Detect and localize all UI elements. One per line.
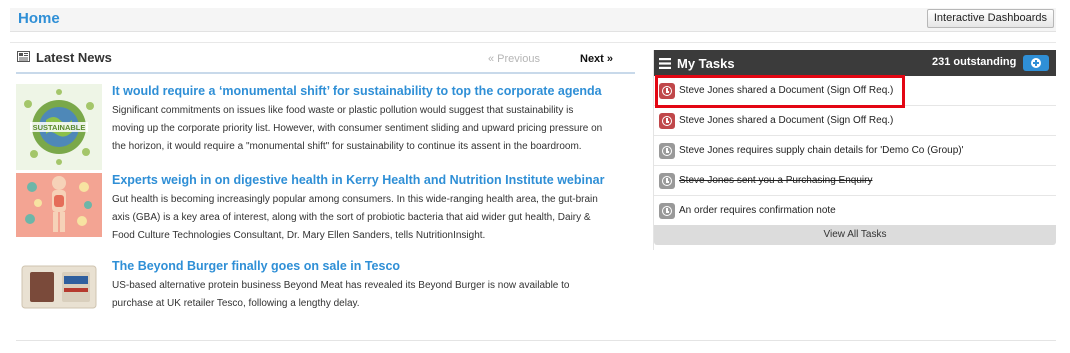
news-header: Latest News « Previous Next » [16,48,635,74]
task-item[interactable]: Steve Jones sent you a Purchasing Enquir… [654,166,1056,196]
home-link[interactable]: Home [18,10,60,27]
clock-icon [659,173,675,189]
add-task-button[interactable] [1023,55,1049,71]
sustainable-thumbnail[interactable]: SUSTAINABLE [16,84,102,170]
news-item-body: US-based alternative protein business Be… [112,280,570,309]
divider [10,42,1056,43]
news-item-title[interactable]: It would require a ‘monumental shift’ fo… [112,84,602,98]
previous-link[interactable]: « Previous [488,53,540,65]
plus-icon [1031,58,1041,68]
digestive-health-thumbnail[interactable] [16,173,102,237]
my-tasks-title: My Tasks [677,56,735,71]
latest-news-title: Latest News [36,50,112,65]
news-item-title[interactable]: The Beyond Burger finally goes on sale i… [112,259,400,273]
task-list-icon [659,58,671,69]
top-bar: Home Interactive Dashboards [10,8,1056,32]
task-text: Steve Jones shared a Document (Sign Off … [679,115,894,126]
task-item[interactable]: Steve Jones requires supply chain detail… [654,136,1056,166]
news-item-title[interactable]: Experts weigh in on digestive health in … [112,173,604,187]
next-link[interactable]: Next » [580,53,613,65]
news-item-body: Significant commitments on issues like f… [112,105,603,152]
task-item[interactable]: An order requires confirmation note [654,196,1056,226]
newspaper-icon [17,51,30,62]
beyond-burger-thumbnail[interactable] [16,262,102,312]
divider [16,340,1056,341]
my-tasks-panel: My Tasks 231 outstanding Steve Jones sha… [653,50,1056,250]
task-text: An order requires confirmation note [679,205,836,216]
task-text: Steve Jones shared a Document (Sign Off … [679,85,894,96]
clock-icon [659,143,675,159]
task-item[interactable]: Steve Jones shared a Document (Sign Off … [654,76,1056,106]
interactive-dashboards-button[interactable]: Interactive Dashboards [926,9,1054,28]
clock-icon [659,113,675,129]
tasks-header: My Tasks 231 outstanding [654,50,1056,76]
clock-icon [659,203,675,219]
latest-news-panel: Latest News « Previous Next » SUSTAINABL… [16,48,636,328]
news-item-body: Gut health is becoming increasingly popu… [112,194,598,241]
task-item[interactable]: Steve Jones shared a Document (Sign Off … [654,106,1056,136]
task-text: Steve Jones requires supply chain detail… [679,145,964,156]
view-all-tasks-button[interactable]: View All Tasks [654,225,1056,245]
task-text: Steve Jones sent you a Purchasing Enquir… [679,175,873,186]
outstanding-count: 231 outstanding [932,56,1017,68]
clock-icon [659,83,675,99]
svg-text:SUSTAINABLE: SUSTAINABLE [33,123,86,132]
